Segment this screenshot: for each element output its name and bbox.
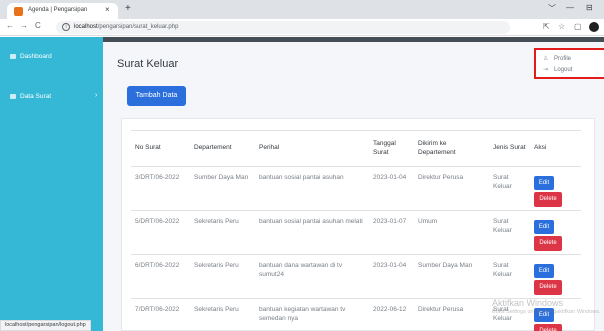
cell-departement: Sekretaris Peru: [190, 254, 255, 299]
status-url: localhost/pengarsipan/logout.php: [0, 320, 91, 331]
browser-toolbar: ← → C i localhost/pengarsipan/surat_kelu…: [0, 19, 604, 36]
mail-icon: [10, 94, 16, 99]
minimize-icon[interactable]: ﹀: [548, 3, 556, 14]
column-header: Perihal: [255, 130, 369, 167]
cell-aksi: Edit Delete: [530, 254, 581, 299]
logout-icon: ⇥: [543, 67, 549, 73]
cell-aksi: Edit Delete: [530, 210, 581, 255]
profile-icon[interactable]: [589, 22, 599, 32]
column-header: Dikirim ke Departement: [414, 130, 489, 167]
address-bar[interactable]: i localhost/pengarsipan/surat_keluar.php: [56, 21, 510, 34]
cell-departement: Sekretaris Peru: [190, 210, 255, 255]
cell-tanggal: 2022-06-12: [369, 298, 414, 331]
activation-watermark: Aktifkan Windows: [492, 298, 564, 308]
main-content: Surat Keluar Tambah Data No Surat Depart…: [103, 42, 604, 331]
cell-perihal: bantuan sosial pantai asuhan melati: [255, 210, 369, 255]
cell-tanggal: 2023-01-04: [369, 166, 414, 211]
close-window-icon[interactable]: ⊟: [586, 3, 593, 12]
cell-jenis: Surat Keluar: [489, 254, 530, 299]
minimize-window-icon[interactable]: —: [566, 3, 574, 12]
table-row: 5/DRT/06-2022 Sekretaris Peru bantuan so…: [131, 210, 581, 255]
cell-tujuan: Sumber Daya Man: [414, 254, 489, 299]
sidebar-item-data-surat[interactable]: Data Surat ›: [0, 88, 103, 106]
cell-departement: Sekretaris Peru: [190, 298, 255, 331]
activation-watermark-sub: Buka Settings untuk mengaktifkan Windows…: [492, 309, 601, 315]
cell-tujuan: Direktur Perusa: [414, 298, 489, 331]
edit-button[interactable]: Edit: [534, 220, 554, 234]
sidebar-item-label: Data Surat: [20, 93, 52, 100]
dropdown-item-label: Profile: [554, 56, 572, 62]
star-icon[interactable]: ☆: [558, 22, 565, 31]
dropdown-item-profile[interactable]: ♙ Profile: [543, 55, 571, 62]
delete-button[interactable]: Delete: [534, 280, 562, 295]
cell-tanggal: 2023-01-04: [369, 254, 414, 299]
dashboard-icon: [10, 54, 16, 59]
table-row: 6/DRT/06-2022 Sekretaris Peru bantuan da…: [131, 254, 581, 299]
cell-jenis: Surat Keluar: [489, 166, 530, 211]
delete-button[interactable]: Delete: [534, 192, 562, 207]
column-header: No Surat: [131, 130, 190, 167]
profile-dropdown: ♙ Profile ⇥ Logout: [534, 48, 604, 79]
add-data-button[interactable]: Tambah Data: [127, 86, 186, 106]
back-icon[interactable]: ←: [6, 21, 14, 30]
cell-no-surat: 7/DRT/06-2022: [131, 298, 190, 331]
column-header: Departement: [190, 130, 255, 167]
cell-tujuan: Umum: [414, 210, 489, 255]
page-title: Surat Keluar: [117, 58, 179, 70]
delete-button[interactable]: Delete: [534, 324, 562, 331]
dropdown-item-label: Logout: [554, 67, 573, 73]
cell-no-surat: 3/DRT/06-2022: [131, 166, 190, 211]
browser-tab[interactable]: Agenda | Pengarsipan ×: [7, 3, 118, 19]
cell-no-surat: 5/DRT/06-2022: [131, 210, 190, 255]
cell-tanggal: 2023-01-07: [369, 210, 414, 255]
new-tab-button[interactable]: +: [125, 3, 131, 14]
column-header: Aksi: [530, 130, 581, 167]
edit-button[interactable]: Edit: [534, 264, 554, 278]
column-header: Tanggal Surat: [369, 130, 414, 167]
cell-jenis: Surat Keluar: [489, 210, 530, 255]
table-row: 3/DRT/06-2022 Sumber Daya Man bantuan so…: [131, 166, 581, 211]
edit-button[interactable]: Edit: [534, 176, 554, 190]
sidepanel-icon[interactable]: ▢: [574, 22, 582, 31]
sidebar-item-dashboard[interactable]: Dashboard: [0, 48, 103, 66]
tab-close-icon[interactable]: ×: [105, 5, 110, 14]
chevron-right-icon: ›: [95, 92, 98, 99]
column-header: Jenis Surat: [489, 130, 530, 167]
cell-perihal: bantuan sosial pantai asuhan: [255, 166, 369, 211]
share-icon[interactable]: ⇱: [543, 22, 550, 31]
cell-perihal: bantuan kegiatan wartawan tv semedan nya: [255, 298, 369, 331]
cell-perihal: bantuan dana wartawan di tv sumut24: [255, 254, 369, 299]
tab-title: Agenda | Pengarsipan: [28, 7, 88, 13]
cell-tujuan: Direktur Perusa: [414, 166, 489, 211]
favicon-icon: [14, 7, 23, 16]
sidebar: Dashboard Data Surat ›: [0, 37, 103, 331]
forward-icon[interactable]: →: [20, 21, 28, 30]
dropdown-item-logout[interactable]: ⇥ Logout: [543, 66, 572, 73]
reload-icon[interactable]: C: [35, 21, 41, 30]
browser-tabstrip: Agenda | Pengarsipan × + ﹀ — ⊟: [0, 0, 604, 19]
info-icon[interactable]: i: [62, 23, 70, 31]
delete-button[interactable]: Delete: [534, 236, 562, 251]
url-text: localhost/pengarsipan/surat_keluar.php: [74, 24, 179, 30]
cell-departement: Sumber Daya Man: [190, 166, 255, 211]
sidebar-item-label: Dashboard: [20, 53, 52, 60]
cell-no-surat: 6/DRT/06-2022: [131, 254, 190, 299]
cell-aksi: Edit Delete: [530, 166, 581, 211]
user-icon: ♙: [543, 56, 549, 62]
table-header-row: No Surat Departement Perihal Tanggal Sur…: [131, 130, 581, 167]
